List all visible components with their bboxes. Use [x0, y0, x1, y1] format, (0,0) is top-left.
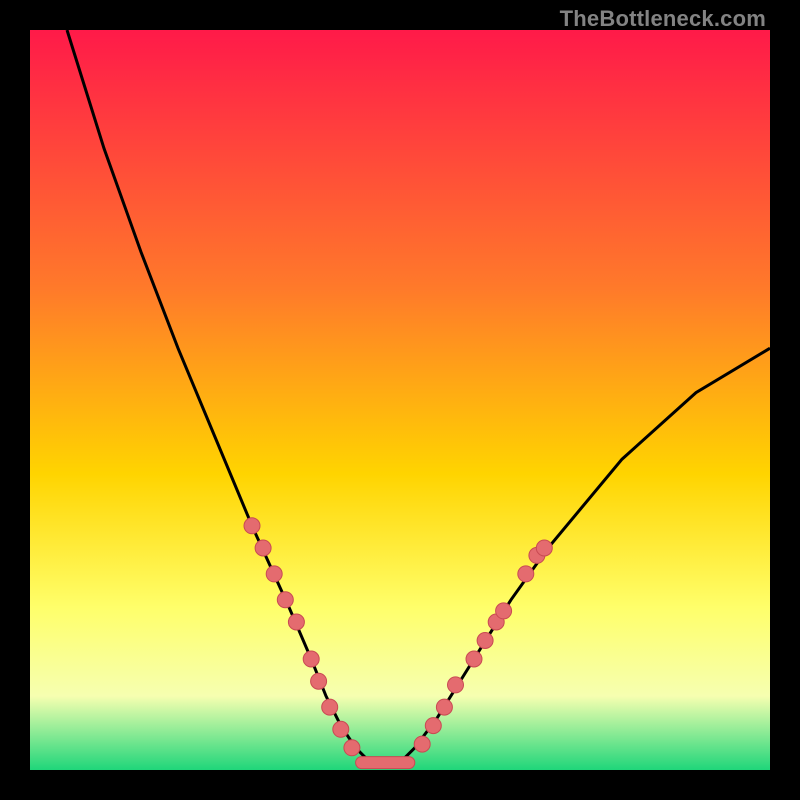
data-dot: [496, 603, 512, 619]
data-dot: [436, 699, 452, 715]
data-dot: [311, 673, 327, 689]
bottleneck-chart: [30, 30, 770, 770]
data-dot: [277, 592, 293, 608]
chart-frame: [30, 30, 770, 770]
bottleneck-flat-segment: [356, 757, 415, 769]
data-dot: [466, 651, 482, 667]
gradient-background: [30, 30, 770, 770]
data-dot: [266, 566, 282, 582]
data-dot: [414, 736, 430, 752]
data-dot: [333, 721, 349, 737]
data-dot: [288, 614, 304, 630]
data-dot: [244, 518, 260, 534]
data-dot: [255, 540, 271, 556]
data-dot: [344, 740, 360, 756]
data-dot: [477, 633, 493, 649]
data-dot: [425, 718, 441, 734]
data-dot: [536, 540, 552, 556]
data-dot: [518, 566, 534, 582]
data-dot: [303, 651, 319, 667]
data-dot: [322, 699, 338, 715]
data-dot: [448, 677, 464, 693]
watermark-text: TheBottleneck.com: [560, 6, 766, 32]
